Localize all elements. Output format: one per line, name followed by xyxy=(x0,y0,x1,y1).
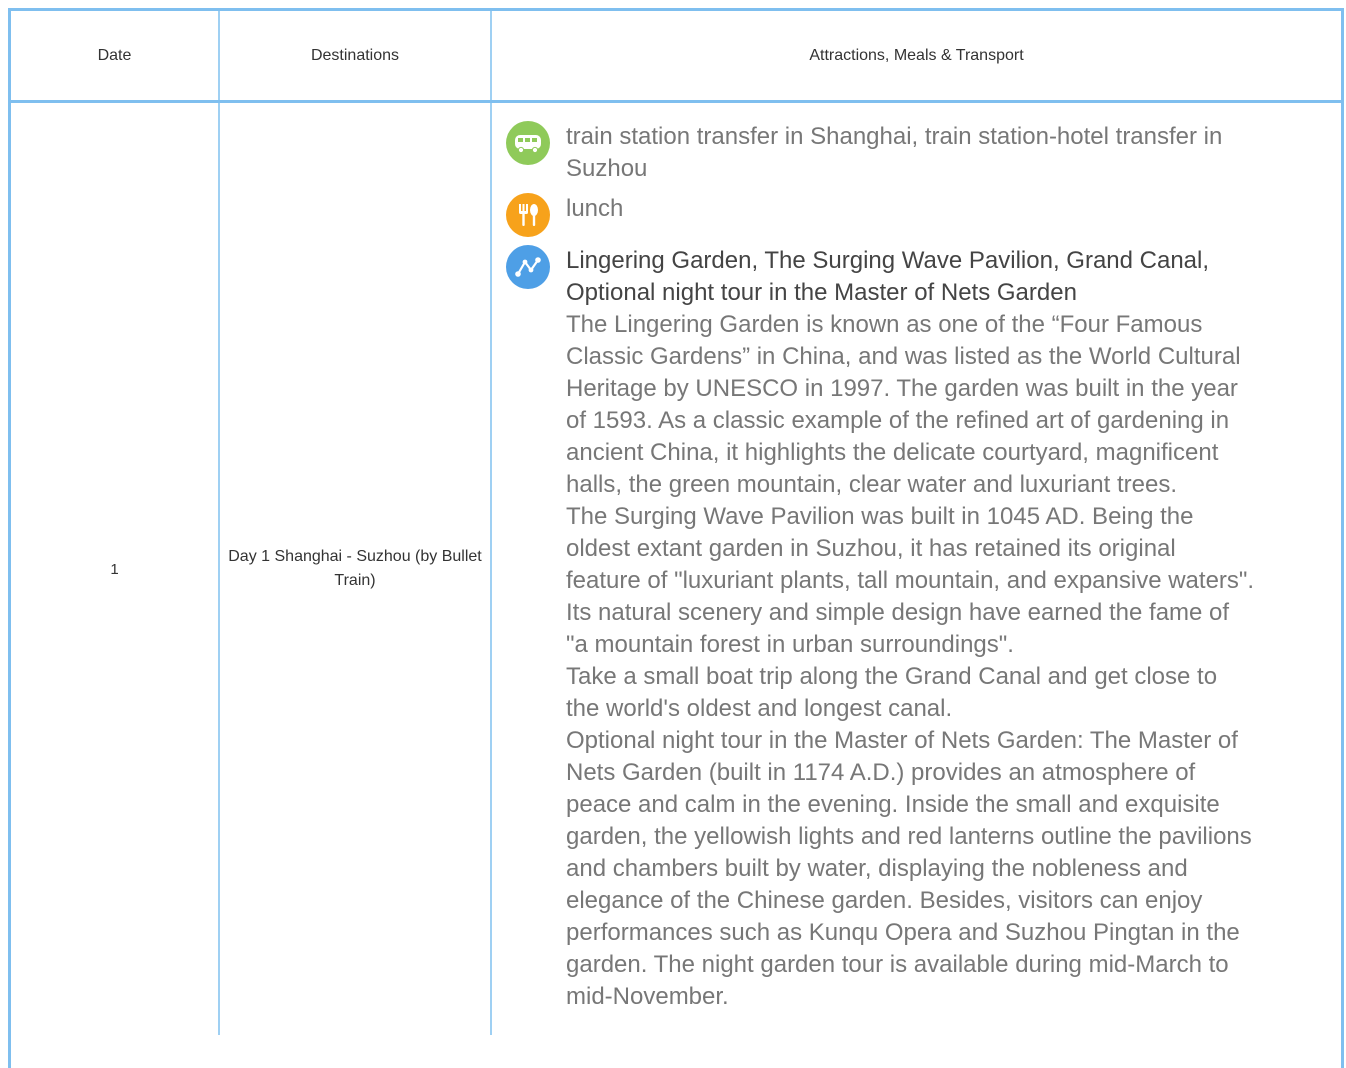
meal-item: lunch xyxy=(506,193,1256,237)
destination-cell: Day 1 Shanghai - Suzhou (by Bullet Train… xyxy=(220,103,492,1035)
transport-text: train station transfer in Shanghai, trai… xyxy=(566,123,1223,182)
meal-text: lunch xyxy=(566,195,624,222)
attractions-item: Lingering Garden, The Surging Wave Pavil… xyxy=(506,245,1256,1013)
attractions-cell: train station transfer in Shanghai, trai… xyxy=(492,103,1341,1035)
attraction-description: The Surging Wave Pavilion was built in 1… xyxy=(566,503,1255,658)
header-destinations: Destinations xyxy=(220,11,492,100)
table-row: 1 Day 1 Shanghai - Suzhou (by Bullet Tra… xyxy=(11,103,1341,1035)
itinerary-table: Date Destinations Attractions, Meals & T… xyxy=(8,8,1344,1068)
header-attractions: Attractions, Meals & Transport xyxy=(809,46,1024,64)
attractions-text: Lingering Garden, The Surging Wave Pavil… xyxy=(566,245,1256,1013)
attractions-title: Lingering Garden, The Surging Wave Pavil… xyxy=(566,247,1210,306)
attraction-description: The Lingering Garden is known as one of … xyxy=(566,311,1241,498)
table-header-row: Date Destinations Attractions, Meals & T… xyxy=(11,11,1341,103)
fork-spoon-icon xyxy=(506,193,550,237)
bus-icon xyxy=(506,121,550,165)
header-date: Date xyxy=(11,11,220,100)
day-number-cell: 1 xyxy=(11,103,220,1035)
transport-item: train station transfer in Shanghai, trai… xyxy=(506,121,1256,185)
attraction-description: Optional night tour in the Master of Net… xyxy=(566,727,1252,1010)
attraction-description: Take a small boat trip along the Grand C… xyxy=(566,663,1218,722)
route-icon xyxy=(506,245,550,289)
